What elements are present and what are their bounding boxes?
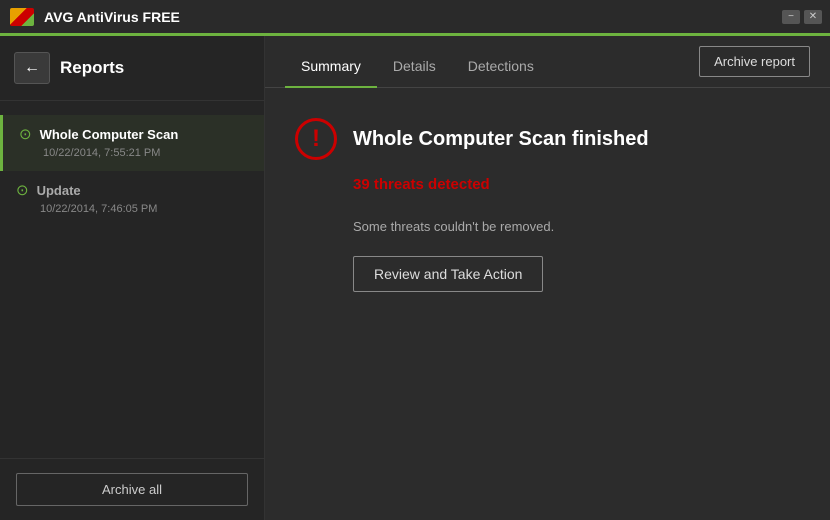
tab-detections[interactable]: Detections (452, 48, 550, 88)
check-icon: ⊙ (19, 125, 32, 143)
sidebar-footer: Archive all (0, 458, 264, 520)
sidebar-item-date: 10/22/2014, 7:46:05 PM (16, 202, 248, 217)
avg-logo-icon (8, 6, 36, 28)
sidebar-item-update[interactable]: ⊙ Update 10/22/2014, 7:46:05 PM (0, 171, 264, 227)
sidebar-item-name: Update (37, 183, 81, 198)
tab-summary[interactable]: Summary (285, 48, 377, 88)
threats-detected: 39 threats detected (295, 176, 800, 193)
archive-report-button[interactable]: Archive report (699, 46, 810, 77)
sidebar-item-header: ⊙ Whole Computer Scan (19, 125, 248, 143)
title-bar-left: AVG AntiVirus FREE (8, 6, 180, 28)
sidebar-item-header: ⊙ Update (16, 181, 248, 199)
tabs: Summary Details Detections (285, 47, 550, 87)
back-button[interactable]: ← (14, 52, 50, 84)
warning-icon: ! (295, 118, 337, 160)
sidebar-item-whole-computer-scan[interactable]: ⊙ Whole Computer Scan 10/22/2014, 7:55:2… (0, 115, 264, 171)
window-controls: − ✕ (782, 10, 822, 24)
minimize-button[interactable]: − (782, 10, 800, 24)
check-icon: ⊙ (16, 181, 29, 199)
app-title: AVG AntiVirus FREE (44, 9, 180, 25)
review-action-button[interactable]: Review and Take Action (353, 256, 543, 292)
sidebar-item-date: 10/22/2014, 7:55:21 PM (19, 146, 248, 161)
threats-message: Some threats couldn't be removed. (295, 219, 800, 234)
title-bar: AVG AntiVirus FREE − ✕ (0, 0, 830, 36)
content-header: Summary Details Detections Archive repor… (265, 36, 830, 88)
content-area: Summary Details Detections Archive repor… (265, 36, 830, 520)
sidebar-items: ⊙ Whole Computer Scan 10/22/2014, 7:55:2… (0, 101, 264, 458)
scan-result-header: ! Whole Computer Scan finished (295, 118, 800, 160)
main-layout: ← Reports ⊙ Whole Computer Scan 10/22/20… (0, 36, 830, 520)
archive-all-button[interactable]: Archive all (16, 473, 248, 506)
sidebar-title: Reports (60, 58, 124, 78)
sidebar-item-name: Whole Computer Scan (40, 127, 179, 142)
content-body: ! Whole Computer Scan finished 39 threat… (265, 88, 830, 520)
close-button[interactable]: ✕ (804, 10, 822, 24)
tab-details[interactable]: Details (377, 48, 452, 88)
sidebar-header: ← Reports (0, 36, 264, 101)
sidebar: ← Reports ⊙ Whole Computer Scan 10/22/20… (0, 36, 265, 520)
scan-result-title: Whole Computer Scan finished (353, 128, 649, 151)
